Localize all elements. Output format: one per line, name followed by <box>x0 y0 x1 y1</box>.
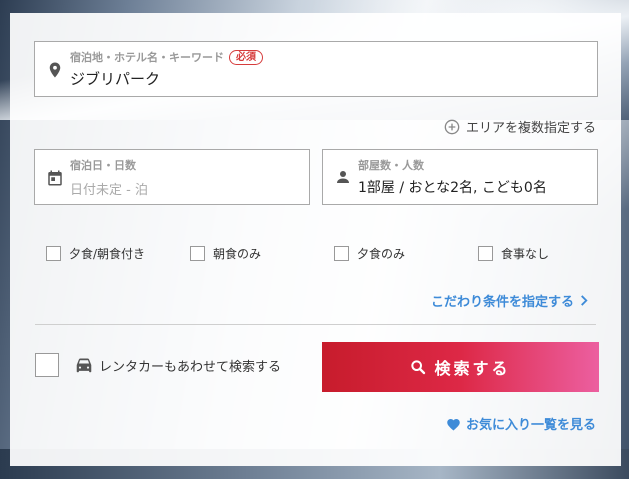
dates-label: 宿泊日・日数 <box>70 159 136 172</box>
guests-field[interactable]: 部屋数・人数 1部屋 / おとな2名, こども0名 <box>322 149 598 205</box>
destination-label: 宿泊地・ホテル名・キーワード <box>70 51 224 64</box>
guests-input[interactable]: 1部屋 / おとな2名, こども0名 <box>358 177 547 197</box>
dates-field[interactable]: 宿泊日・日数 日付未定 - 泊 <box>34 149 310 205</box>
meal-option-breakfast[interactable]: 朝食のみ <box>190 245 261 262</box>
meal-checkbox[interactable] <box>46 246 61 261</box>
meal-checkbox[interactable] <box>478 246 493 261</box>
calendar-icon <box>48 170 62 186</box>
rental-car-label: レンタカーもあわせて検索する <box>99 359 282 375</box>
meal-label: 食事なし <box>501 247 550 261</box>
guests-label: 部屋数・人数 <box>358 159 424 172</box>
search-icon <box>411 360 426 375</box>
meal-label: 夕食のみ <box>357 247 406 261</box>
search-button[interactable]: 検索する <box>322 342 599 392</box>
favorites-text: お気に入り一覧を見る <box>465 418 596 433</box>
destination-label-row: 宿泊地・ホテル名・キーワード 必須 <box>70 49 263 65</box>
person-icon <box>337 171 349 183</box>
add-area-link[interactable]: エリアを複数指定する <box>444 117 596 136</box>
location-pin-icon <box>49 62 61 78</box>
rental-car-option[interactable]: レンタカーもあわせて検索する <box>35 353 281 377</box>
destination-field[interactable]: 宿泊地・ホテル名・キーワード 必須 ジブリパーク <box>34 41 598 97</box>
meal-checkbox[interactable] <box>334 246 349 261</box>
meal-option-none[interactable]: 食事なし <box>478 245 549 262</box>
conditions-link[interactable]: こだわり条件を指定する <box>431 291 588 310</box>
rental-car-checkbox[interactable] <box>35 353 59 377</box>
meal-label: 朝食のみ <box>213 247 262 261</box>
search-button-label: 検索する <box>434 361 511 378</box>
plus-circle-icon <box>444 119 460 134</box>
destination-input[interactable]: ジブリパーク <box>70 68 160 89</box>
add-area-text: エリアを複数指定する <box>465 121 596 136</box>
dates-input[interactable]: 日付未定 - 泊 <box>70 179 148 198</box>
heart-icon <box>447 418 460 430</box>
favorites-link[interactable]: お気に入り一覧を見る <box>446 414 596 433</box>
conditions-text: こだわり条件を指定する <box>430 295 574 310</box>
meal-option-dinner-breakfast[interactable]: 夕食/朝食付き <box>46 245 145 262</box>
meal-label: 夕食/朝食付き <box>69 247 146 261</box>
meal-checkbox[interactable] <box>190 246 205 261</box>
chevron-right-icon <box>581 295 588 306</box>
divider <box>35 324 596 325</box>
required-badge: 必須 <box>229 49 263 65</box>
car-icon <box>76 358 92 373</box>
search-panel: 宿泊地・ホテル名・キーワード 必須 ジブリパーク エリアを複数指定する 宿泊日・… <box>10 13 621 466</box>
meal-option-dinner[interactable]: 夕食のみ <box>334 245 405 262</box>
